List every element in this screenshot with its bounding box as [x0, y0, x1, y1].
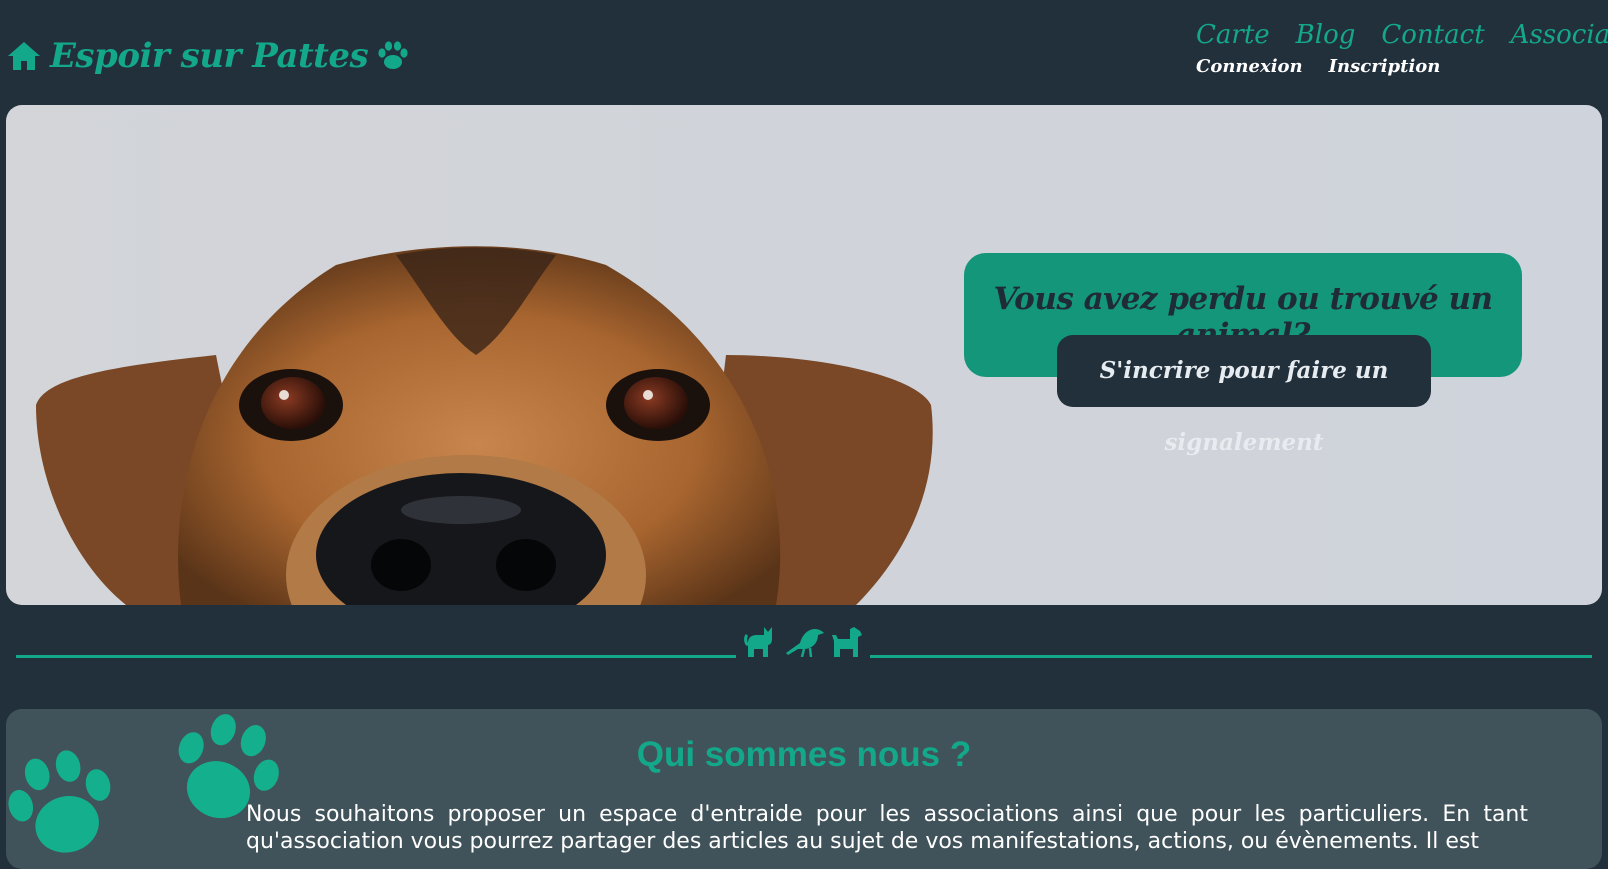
- about-title: Qui sommes nous ?: [636, 735, 972, 774]
- about-text: Nous souhaitons proposer un espace d'ent…: [246, 802, 1528, 854]
- brand-link[interactable]: Espoir sur Pattes: [6, 34, 410, 78]
- divider-line-left: [16, 655, 736, 658]
- main-nav: Carte Blog Contact Associations Connexio…: [1196, 20, 1608, 77]
- signup-link[interactable]: Inscription: [1329, 56, 1441, 77]
- nav-link-blog[interactable]: Blog: [1296, 20, 1356, 50]
- nav-primary: Carte Blog Contact Associations: [1196, 20, 1608, 50]
- login-link[interactable]: Connexion: [1196, 56, 1303, 77]
- home-icon: [6, 40, 42, 72]
- nav-link-carte[interactable]: Carte: [1196, 20, 1270, 50]
- hero-banner: Vous avez perdu ou trouvé un animal? S'i…: [6, 105, 1602, 605]
- nav-account: Connexion Inscription: [1196, 56, 1592, 77]
- about-section: Qui sommes nous ? Nous souhaitons propos…: [6, 709, 1602, 869]
- cat-icon: [744, 623, 778, 662]
- report-signup-button[interactable]: S'incrire pour faire un signalement: [1057, 335, 1431, 456]
- paw-icon: [376, 40, 410, 72]
- nav-link-associations[interactable]: Associations: [1511, 20, 1608, 50]
- divider-line-right: [870, 655, 1592, 658]
- nav-link-contact[interactable]: Contact: [1381, 20, 1484, 50]
- dog-icon: [830, 623, 864, 662]
- brand-title: Espoir sur Pattes: [50, 36, 369, 76]
- divider-icons: [744, 626, 862, 662]
- crow-icon: [784, 623, 824, 662]
